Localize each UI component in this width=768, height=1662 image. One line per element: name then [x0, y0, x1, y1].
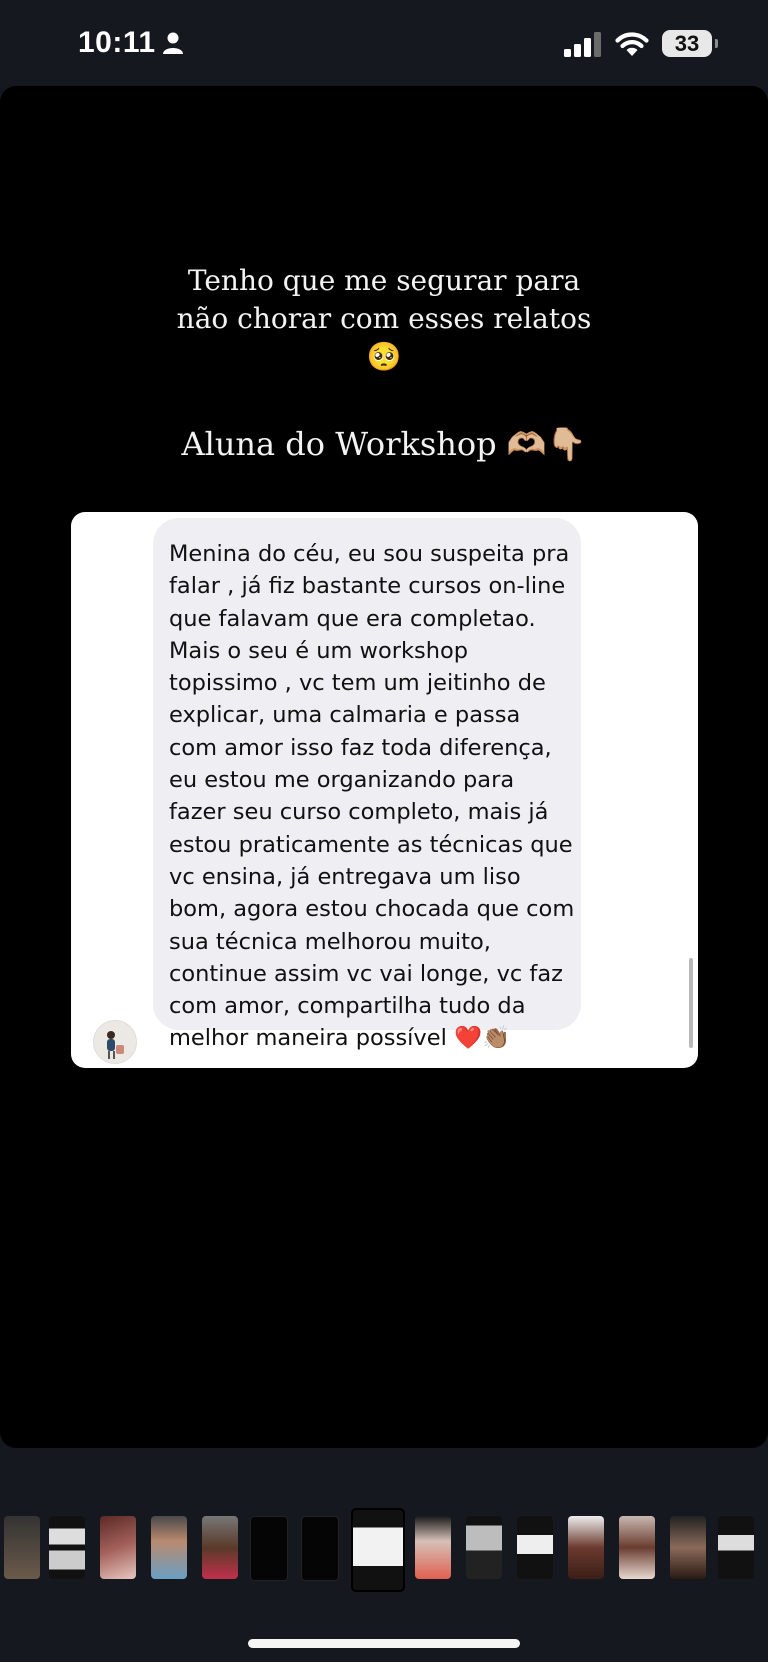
- story-thumbnail[interactable]: [301, 1516, 339, 1581]
- status-bar: 10:11 33: [0, 0, 768, 90]
- subtitle-text: Aluna do Workshop: [181, 425, 497, 463]
- story-thumbnail[interactable]: [202, 1516, 238, 1579]
- subtitle-emoji: 🫶🏼👇🏼: [506, 425, 587, 463]
- caption-line-2: não chorar com esses relatos: [176, 302, 592, 335]
- story-thumbnails[interactable]: [0, 1508, 768, 1592]
- story-thumbnail[interactable]: [568, 1516, 604, 1579]
- time-group: 10:11: [78, 26, 184, 60]
- story-thumbnail[interactable]: [151, 1516, 187, 1579]
- story-thumbnail[interactable]: [619, 1516, 655, 1579]
- story-caption: Tenho que me segurar para não chorar com…: [0, 262, 768, 376]
- message-text: Menina do céu, eu sou suspeita pra falar…: [169, 541, 575, 1052]
- status-time: 10:11: [78, 26, 156, 59]
- story-viewer[interactable]: Tenho que me segurar para não chorar com…: [0, 86, 768, 1448]
- cellular-signal-icon: [564, 31, 601, 57]
- caption-emoji: 🥺: [366, 340, 402, 373]
- battery-icon: 33: [662, 30, 718, 57]
- caption-line-1: Tenho que me segurar para: [187, 264, 581, 297]
- story-subtitle: Aluna do Workshop 🫶🏼👇🏼: [0, 422, 768, 466]
- story-thumbnail-active[interactable]: [351, 1508, 405, 1592]
- scrollbar: [689, 958, 693, 1048]
- battery-level: 33: [674, 30, 700, 56]
- home-indicator[interactable]: [248, 1639, 520, 1648]
- story-thumbnail[interactable]: [100, 1516, 136, 1579]
- story-thumbnail[interactable]: [49, 1516, 85, 1579]
- avatar: [93, 1020, 137, 1064]
- story-thumbnail[interactable]: [466, 1516, 502, 1579]
- status-icons: 33: [562, 30, 718, 57]
- wifi-icon: [615, 31, 649, 56]
- story-thumbnail[interactable]: [718, 1516, 754, 1579]
- story-thumbnail[interactable]: [670, 1516, 706, 1579]
- story-thumbnail[interactable]: [250, 1516, 288, 1581]
- message-screenshot-card: Menina do céu, eu sou suspeita pra falar…: [71, 512, 698, 1068]
- story-thumbnail[interactable]: [517, 1516, 553, 1579]
- person-icon: [162, 32, 183, 54]
- avatar-image: [94, 1021, 136, 1063]
- message-bubble: Menina do céu, eu sou suspeita pra falar…: [153, 518, 581, 1051]
- story-thumbnail[interactable]: [415, 1516, 451, 1579]
- story-thumbnail[interactable]: [4, 1516, 40, 1579]
